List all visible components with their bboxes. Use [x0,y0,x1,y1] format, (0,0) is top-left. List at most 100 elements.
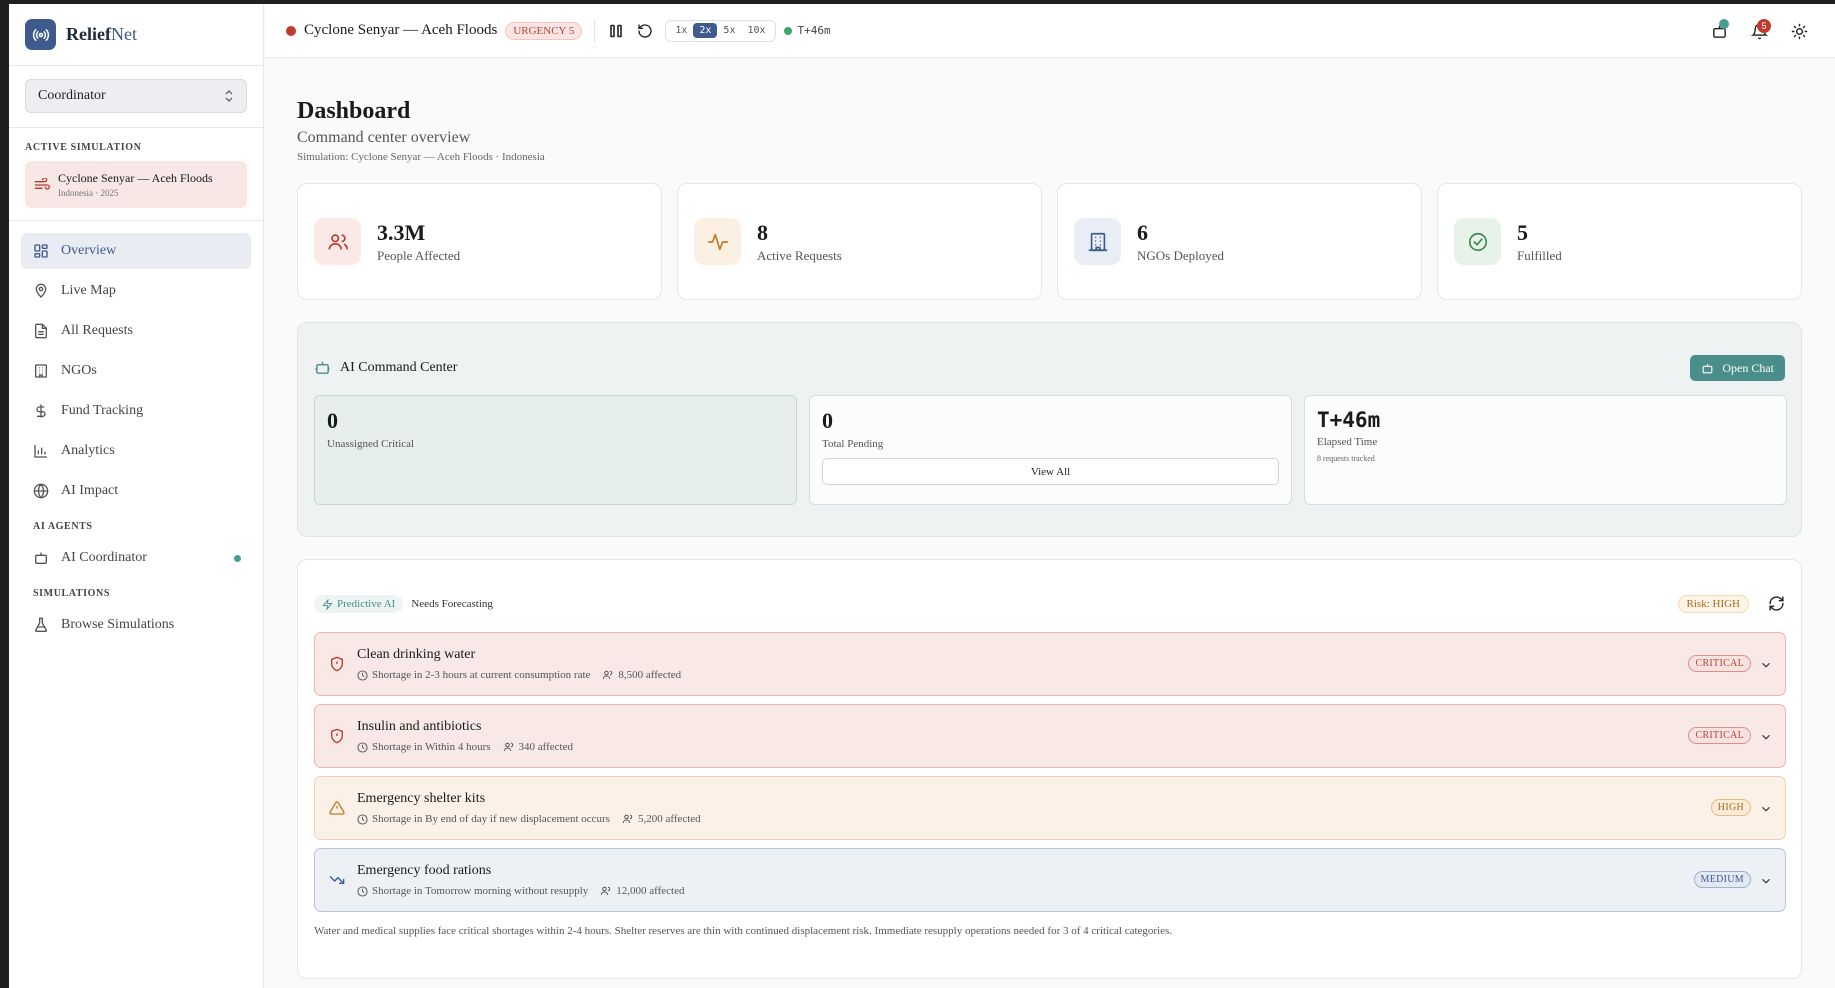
people-icon [503,742,513,752]
severity-badge: CRITICAL [1688,727,1751,744]
page-title: Dashboard [297,98,411,124]
sidebar-item-label: Fund Tracking [61,403,144,418]
theme-toggle-button[interactable] [1779,11,1819,51]
building-icon [35,364,47,378]
active-simulation-card[interactable]: Cyclone Senyar — Aceh Floods Indonesia ·… [25,161,247,208]
stat-value: 5 [1517,219,1528,245]
elapsed-time: T+46m [797,24,831,37]
urgency-badge: URGENCY 5 [505,21,583,40]
role-select[interactable]: Coordinator [25,79,247,113]
speed-option-10x[interactable]: 10x [741,23,771,38]
sidebar-item-label: AI Coordinator [61,550,147,565]
shield-alert-icon [331,728,343,744]
view-all-button[interactable]: View All [822,458,1279,485]
sidebar-item-fund-tracking[interactable]: Fund Tracking [21,393,251,429]
flask-icon [34,617,48,632]
stat-card-active-requests: 8 Active Requests [677,183,1042,300]
active-simulation-subtitle: Indonesia · 2025 [58,188,119,198]
role-select-value: Coordinator [38,88,106,103]
sidebar-item-label: NGOs [61,363,97,378]
stat-card-ngos-deployed: 6 NGOs Deployed [1057,183,1422,300]
globe-icon [33,483,49,499]
speed-option-5x[interactable]: 5x [717,23,741,38]
sidebar-item-label: All Requests [61,323,133,338]
simulation-meta: Simulation: Cyclone Senyar — Aceh Floods… [297,151,545,163]
pause-button[interactable] [609,24,623,38]
sidebar-item-label: AI Impact [61,483,119,498]
active-simulation-label: ACTIVE SIMULATION [25,142,142,153]
unassigned-critical-value: 0 [327,408,338,433]
warning-triangle-icon [329,801,345,815]
sun-icon [1791,23,1807,39]
forecast-shortage: Shortage in By end of day if new displac… [372,813,610,825]
clock-icon [357,885,368,897]
active-simulation-title: Cyclone Senyar — Aceh Floods [58,171,213,185]
open-chat-label: Open Chat [1722,360,1774,375]
sidebar-nav: Overview Live Map All Requests NGOs Fund… [9,221,263,643]
unassigned-critical-label: Unassigned Critical [327,438,415,450]
chevron-down-icon[interactable] [1759,658,1773,672]
brand-name-a: Relief [66,24,111,44]
document-icon [35,323,47,339]
pause-icon [610,24,623,37]
forecast-row[interactable]: Emergency shelter kits Shortage in By en… [314,776,1786,840]
elapsed-time-label: Elapsed Time [1317,436,1378,448]
rotate-ccw-icon [638,23,652,38]
forecast-row[interactable]: Clean drinking water Shortage in 2-3 hou… [314,632,1786,696]
speed-option-2x[interactable]: 2x [693,23,718,38]
sidebar-item-ngos[interactable]: NGOs [21,353,251,389]
trending-down-icon [329,876,345,884]
forecast-shortage: Shortage in 2-3 hours at current consump… [372,669,591,681]
total-pending-label: Total Pending [822,438,884,450]
speed-option-1x[interactable]: 1x [669,23,693,38]
sidebar-item-ai-impact[interactable]: AI Impact [21,473,251,509]
open-chat-button[interactable]: Open Chat [1690,355,1785,381]
bot-icon [1702,363,1713,373]
simulations-label: SIMULATIONS [33,588,110,599]
forecast-affected: 12,000 affected [616,885,685,897]
forecast-row[interactable]: Emergency food rations Shortage in Tomor… [314,848,1786,912]
chevron-down-icon[interactable] [1759,730,1773,744]
needs-forecasting-panel: Predictive AI Needs Forecasting Risk: HI… [297,559,1802,979]
requests-tracked-note: 8 requests tracked [1317,454,1375,463]
bot-icon [35,552,47,564]
sidebar-item-all-requests[interactable]: All Requests [21,313,251,349]
sidebar-item-overview[interactable]: Overview [21,233,251,269]
severity-badge: CRITICAL [1688,655,1751,672]
forecast-item-name: Clean drinking water [357,647,476,662]
assistant-status-dot [1719,19,1729,29]
stat-card-people-affected: 3.3M People Affected [297,183,662,300]
chevron-down-icon[interactable] [1759,874,1773,888]
clock-icon [357,741,368,753]
sidebar-item-analytics[interactable]: Analytics [21,433,251,469]
bot-icon [315,361,330,374]
forecast-affected: 8,500 affected [618,669,682,681]
sidebar-item-live-map[interactable]: Live Map [21,273,251,309]
sidebar-item-label: Live Map [61,283,116,298]
zap-icon [322,598,333,610]
elapsed-time-value: T+46m [1317,408,1381,432]
sidebar-item-label: Analytics [61,443,115,458]
forecast-shortage: Shortage in Tomorrow morning without res… [372,885,589,897]
reset-button[interactable] [637,23,653,39]
chevron-down-icon[interactable] [1759,802,1773,816]
forecast-row[interactable]: Insulin and antibiotics Shortage in With… [314,704,1786,768]
notifications-button[interactable]: 5 [1739,11,1779,51]
sidebar-item-ai-coordinator[interactable]: AI Coordinator [21,540,251,576]
online-status-dot [234,554,241,562]
waves-icon [34,177,50,190]
notification-count-badge: 5 [1757,19,1771,33]
chevron-updown-icon [225,90,233,102]
predictive-ai-label: Predictive AI [337,598,396,610]
elapsed-time-card: T+46m Elapsed Time 8 requests tracked [1304,395,1787,505]
dollar-icon [36,404,46,418]
refresh-button[interactable] [1768,595,1785,617]
stat-label: People Affected [377,247,461,263]
ai-assistant-button[interactable] [1699,11,1739,51]
sidebar-item-browse-simulations[interactable]: Browse Simulations [21,607,251,643]
brand-name: ReliefNet [66,24,137,45]
forecast-item-name: Emergency food rations [357,863,492,878]
forecast-item-name: Emergency shelter kits [357,791,486,806]
severity-badge: MEDIUM [1693,871,1751,888]
broadcast-icon [25,19,56,50]
